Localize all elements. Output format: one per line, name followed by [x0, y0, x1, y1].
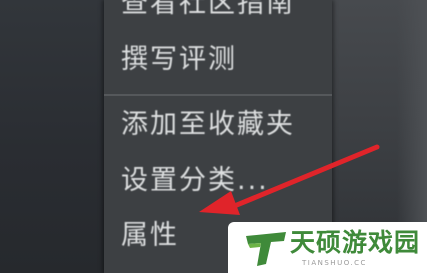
background-left	[0, 0, 104, 273]
watermark-name: 天硕游戏园	[290, 228, 421, 257]
menu-item-write-review[interactable]: 撰写评测	[121, 43, 237, 77]
menu-item-add-to-favorites[interactable]: 添加至收藏夹	[121, 108, 295, 142]
menu-item-view-community-guide[interactable]: 查看社区指南	[121, 0, 295, 21]
menu-item-properties[interactable]: 属性	[121, 219, 179, 253]
menu-item-set-categories[interactable]: 设置分类...	[121, 164, 269, 198]
tianshuo-logo-icon	[246, 232, 286, 266]
watermark-domain: TIANSHUO.CC	[302, 259, 367, 267]
menu-divider	[104, 94, 332, 96]
watermark: 天硕游戏园 TIANSHUO.CC	[228, 222, 427, 273]
